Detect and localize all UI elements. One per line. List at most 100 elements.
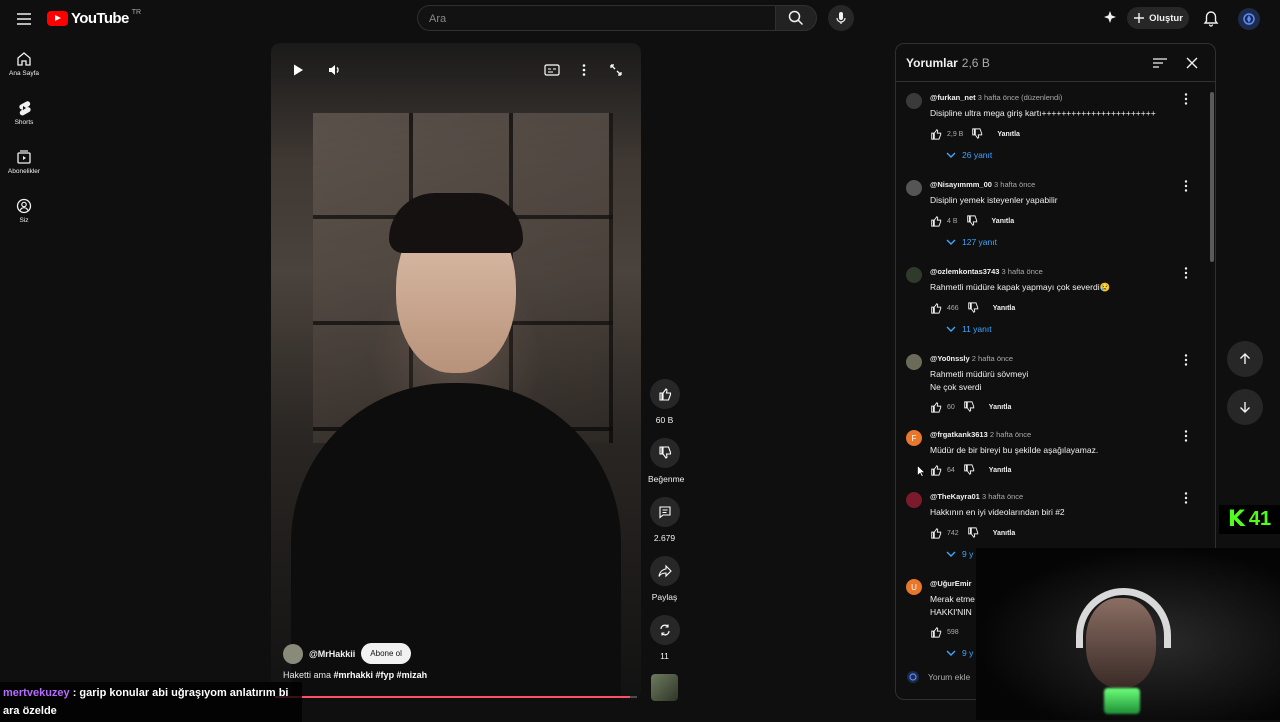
reply-button[interactable]: Yanıtla: [989, 404, 1012, 411]
share-button[interactable]: Paylaş: [648, 556, 681, 602]
dislike-button[interactable]: Beğenme: [648, 438, 684, 484]
comment-time: 3 hafta önce: [994, 180, 1036, 189]
thumbs-up-icon[interactable]: [930, 464, 942, 476]
create-button[interactable]: Oluştur: [1127, 7, 1189, 29]
thumbs-up-icon[interactable]: [930, 302, 942, 314]
account-avatar[interactable]: [1238, 8, 1260, 30]
comment-author[interactable]: @frgatkank3613: [930, 430, 988, 439]
view-replies-button[interactable]: 11 yanıt: [946, 324, 992, 334]
reply-button[interactable]: Yanıtla: [993, 305, 1016, 312]
sound-thumbnail[interactable]: [651, 674, 678, 701]
comment-author[interactable]: @TheKayra01: [930, 492, 980, 501]
comment-avatar[interactable]: [906, 93, 922, 109]
comment-more-icon[interactable]: [1183, 353, 1189, 367]
video-progress-fill: [275, 696, 630, 698]
comment-avatar[interactable]: U: [906, 579, 922, 595]
play-icon[interactable]: [291, 63, 305, 77]
comment-avatar[interactable]: [906, 354, 922, 370]
reply-button[interactable]: Yanıtla: [997, 131, 1020, 138]
thumbs-down-icon[interactable]: [963, 464, 975, 476]
sidebar-item-shorts[interactable]: Shorts: [0, 100, 48, 126]
more-options-icon[interactable]: [579, 63, 589, 77]
microphone-icon: [836, 12, 846, 24]
video-progress-bar[interactable]: [275, 696, 637, 698]
comment-avatar[interactable]: [906, 180, 922, 196]
comment-avatar[interactable]: [906, 267, 922, 283]
comment-author[interactable]: @furkan_net: [930, 93, 976, 102]
chevron-down-icon: [946, 326, 956, 332]
view-replies-button[interactable]: 127 yanıt: [946, 237, 997, 247]
captions-icon[interactable]: [544, 63, 560, 77]
caption-text: Haketti ama: [283, 670, 334, 680]
search-input[interactable]: [418, 6, 761, 32]
sidebar-item-home[interactable]: Ana Sayfa: [0, 51, 48, 77]
thumbs-down-icon[interactable]: [971, 128, 983, 140]
comment-author[interactable]: @ozlemkontas3743: [930, 267, 999, 276]
sidebar-item-subscriptions[interactable]: Abonelikler: [0, 149, 48, 175]
comment-like-count: 60: [947, 403, 955, 411]
volume-icon[interactable]: [327, 63, 341, 77]
comment-more-icon[interactable]: [1183, 429, 1189, 443]
sparkle-icon[interactable]: [1102, 10, 1118, 26]
comment-author[interactable]: @UğurEmir: [930, 579, 971, 588]
view-replies-button[interactable]: 9 y: [946, 549, 973, 559]
comment-more-icon[interactable]: [1183, 92, 1189, 106]
add-comment-field[interactable]: Yorum ekle: [906, 670, 970, 684]
comment-author[interactable]: @Yo0nssly: [930, 354, 970, 363]
subscribe-button[interactable]: Abone ol: [361, 643, 411, 664]
menu-icon[interactable]: [12, 8, 36, 30]
replies-count: 9 y: [962, 549, 974, 559]
next-short-button[interactable]: [1227, 389, 1263, 425]
thumbs-up-icon[interactable]: [930, 401, 942, 413]
divider: [896, 81, 1215, 82]
plus-icon: [1134, 13, 1145, 23]
viewer-count: 41: [1248, 508, 1272, 530]
comments-button[interactable]: 2.679: [648, 497, 681, 543]
comment-avatar[interactable]: F: [906, 430, 922, 446]
sidebar-item-you[interactable]: Siz: [0, 198, 48, 224]
voice-search-button[interactable]: [828, 5, 854, 31]
view-replies-button[interactable]: 26 yanıt: [946, 150, 992, 160]
view-replies-button[interactable]: 9 y: [946, 648, 973, 658]
thumbs-down-icon[interactable]: [963, 401, 975, 413]
comment-time: 3 hafta önce: [981, 492, 1024, 501]
thumbs-down-icon[interactable]: [967, 527, 979, 539]
previous-short-button[interactable]: [1227, 341, 1263, 377]
reply-button[interactable]: Yanıtla: [989, 467, 1012, 474]
shorts-icon: [19, 101, 31, 116]
avatar-letter: F: [911, 433, 917, 443]
comment-avatar[interactable]: [906, 492, 922, 508]
comment-more-icon[interactable]: [1183, 266, 1189, 280]
replies-count: 26 yanıt: [962, 150, 993, 160]
comment-author[interactable]: @Nisayımmm_00: [930, 180, 992, 189]
short-video-player[interactable]: [271, 43, 641, 700]
comment-text: Müdür de bir bireyi bu şekilde aşağılaya…: [930, 445, 1099, 455]
comments-count: 2,6 B: [961, 56, 990, 70]
youtube-logo[interactable]: YouTube TR: [47, 9, 141, 27]
comment-more-icon[interactable]: [1183, 179, 1189, 193]
remix-button[interactable]: 11: [648, 615, 681, 661]
search-button[interactable]: [775, 5, 817, 31]
comments-scrollbar[interactable]: [1210, 92, 1214, 262]
thumbs-up-icon[interactable]: [930, 128, 942, 140]
comment-more-icon[interactable]: [1183, 491, 1189, 505]
close-icon[interactable]: [1185, 56, 1199, 70]
comment-time: 2 hafta önce: [989, 430, 1032, 439]
thumbs-down-icon[interactable]: [967, 302, 979, 314]
replies-count: 9 y: [962, 648, 974, 658]
reply-button[interactable]: Yanıtla: [992, 218, 1015, 225]
chevron-down-icon: [946, 152, 956, 158]
reply-button[interactable]: Yanıtla: [993, 530, 1016, 537]
share-label: Paylaş: [651, 592, 678, 602]
like-button[interactable]: 60 B: [648, 379, 681, 425]
thumbs-down-icon[interactable]: [966, 215, 978, 227]
caption-hashtags[interactable]: #mrhakki #fyp #mizah: [334, 670, 428, 680]
channel-avatar[interactable]: [283, 643, 303, 664]
thumbs-up-icon[interactable]: [930, 215, 942, 227]
thumbs-up-icon[interactable]: [930, 527, 942, 539]
channel-name[interactable]: @MrHakkii: [309, 649, 355, 659]
fullscreen-icon[interactable]: [609, 63, 623, 77]
thumbs-up-icon[interactable]: [930, 626, 942, 638]
notifications-bell-icon[interactable]: [1203, 10, 1219, 27]
sort-icon[interactable]: [1152, 56, 1168, 70]
